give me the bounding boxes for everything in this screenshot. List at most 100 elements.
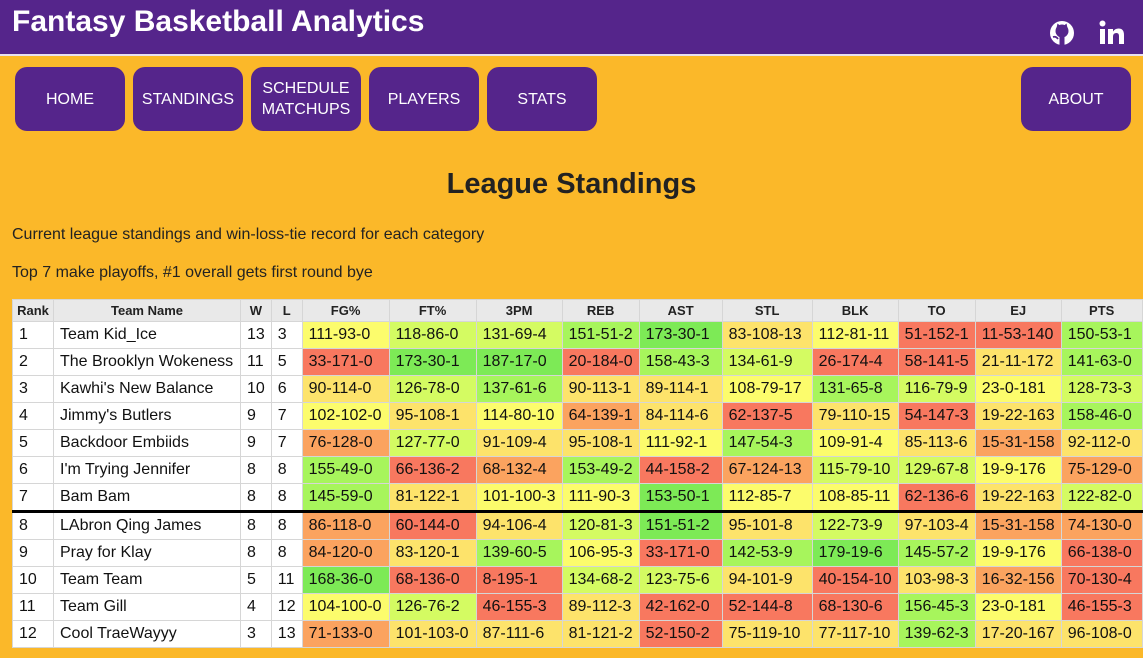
category-record-cell: 23-0-181	[974, 593, 1062, 621]
category-record-cell: 68-136-0	[388, 566, 477, 594]
category-record-cell: 187-17-0	[475, 348, 563, 376]
table-row: 2 The Brooklyn Wokeness 11 5 33-171-0 173-30-…	[12, 348, 1143, 376]
category-record-cell: 40-154-10	[811, 566, 899, 594]
category-record-cell: 111-92-1	[638, 429, 723, 457]
wins-cell: 9	[240, 402, 272, 430]
nav-home-button[interactable]: HOME	[15, 67, 125, 131]
nav-players-button[interactable]: PLAYERS	[369, 67, 479, 131]
nav-standings-label: STANDINGS	[141, 90, 235, 108]
column-header[interactable]: STL	[721, 299, 813, 322]
column-header[interactable]: TO	[897, 299, 976, 322]
category-record-cell: 54-147-3	[897, 402, 976, 430]
category-record-cell: 17-20-167	[974, 620, 1062, 648]
column-header[interactable]: BLK	[811, 299, 899, 322]
nav-players-label: PLAYERS	[387, 90, 461, 108]
category-record-cell: 97-103-4	[897, 511, 976, 540]
nav-about-button[interactable]: ABOUT	[1021, 67, 1131, 131]
category-record-cell: 90-113-1	[561, 375, 640, 403]
nav-standings-button[interactable]: STANDINGS	[133, 67, 243, 131]
rank-cell: 4	[12, 402, 54, 430]
rank-cell: 5	[12, 429, 54, 457]
category-record-cell: 134-68-2	[561, 566, 640, 594]
category-record-cell: 101-103-0	[388, 620, 477, 648]
column-header[interactable]: FG%	[301, 299, 390, 322]
header-row: Rank Team Name W L FG% FT% 3PM REB AST STL BLK TO EJ…	[12, 299, 1143, 322]
category-record-cell: 89-114-1	[638, 375, 723, 403]
category-record-cell: 77-117-10	[811, 620, 899, 648]
team-name-cell: Pray for Klay	[53, 539, 241, 567]
rank-cell: 7	[12, 483, 54, 513]
category-record-cell: 145-57-2	[897, 539, 976, 567]
wins-cell: 9	[240, 429, 272, 457]
category-record-cell: 101-100-3	[475, 483, 563, 513]
wins-cell: 8	[240, 456, 272, 484]
category-record-cell: 71-133-0	[301, 620, 390, 648]
category-record-cell: 33-171-0	[638, 539, 723, 567]
column-header[interactable]: W	[240, 299, 272, 322]
category-record-cell: 85-113-6	[897, 429, 976, 457]
category-record-cell: 168-36-0	[301, 566, 390, 594]
github-icon[interactable]	[1047, 18, 1077, 48]
table-row: 1 Team Kid_Ice 13 3 111-93-0 118-86-0 131-69-4…	[12, 321, 1143, 349]
table-row: 12 Cool TraeWayyy 3 13 71-133-0 101-103-0 87-1…	[12, 620, 1143, 648]
category-record-cell: 142-53-9	[721, 539, 813, 567]
category-record-cell: 79-110-15	[811, 402, 899, 430]
losses-cell: 6	[270, 375, 303, 403]
column-header[interactable]: AST	[638, 299, 723, 322]
category-record-cell: 137-61-6	[475, 375, 563, 403]
category-record-cell: 150-53-1	[1060, 321, 1143, 349]
category-record-cell: 26-174-4	[811, 348, 899, 376]
category-record-cell: 131-69-4	[475, 321, 563, 349]
category-record-cell: 21-11-172	[974, 348, 1062, 376]
column-header[interactable]: EJ	[974, 299, 1062, 322]
category-record-cell: 66-138-0	[1060, 539, 1143, 567]
category-record-cell: 44-158-2	[638, 456, 723, 484]
category-record-cell: 90-114-0	[301, 375, 390, 403]
nav-schedule-button[interactable]: SCHEDULE MATCHUPS	[251, 67, 361, 131]
table-row: 11 Team Gill 4 12 104-100-0 126-76-2 46-155-3 8…	[12, 593, 1143, 621]
category-record-cell: 173-30-1	[388, 348, 477, 376]
column-header[interactable]: L	[270, 299, 303, 322]
category-record-cell: 126-78-0	[388, 375, 477, 403]
nav-stats-button[interactable]: STATS	[487, 67, 597, 131]
category-record-cell: 111-93-0	[301, 321, 390, 349]
column-header[interactable]: Rank	[12, 299, 54, 322]
category-record-cell: 158-43-3	[638, 348, 723, 376]
category-record-cell: 46-155-3	[1060, 593, 1143, 621]
page-title: League Standings	[446, 168, 697, 200]
losses-cell: 3	[270, 321, 303, 349]
category-record-cell: 116-79-9	[897, 375, 976, 403]
team-name-cell: LAbron Qing James	[53, 511, 241, 540]
category-record-cell: 103-98-3	[897, 566, 976, 594]
category-record-cell: 16-32-156	[974, 566, 1062, 594]
category-record-cell: 68-130-6	[811, 593, 899, 621]
losses-cell: 11	[270, 566, 303, 594]
category-record-cell: 84-114-6	[638, 402, 723, 430]
column-header[interactable]: Team Name	[53, 299, 241, 322]
category-record-cell: 139-60-5	[475, 539, 563, 567]
losses-cell: 13	[270, 620, 303, 648]
linkedin-icon[interactable]	[1097, 18, 1127, 48]
wins-cell: 13	[240, 321, 272, 349]
category-record-cell: 128-73-3	[1060, 375, 1143, 403]
category-record-cell: 74-130-0	[1060, 511, 1143, 540]
category-record-cell: 108-85-11	[811, 483, 899, 513]
category-record-cell: 51-152-1	[897, 321, 976, 349]
table-row: 4 Jimmy's Butlers 9 7 102-102-0 95-108-1 114-8…	[12, 402, 1143, 430]
category-record-cell: 67-124-13	[721, 456, 813, 484]
category-record-cell: 158-46-0	[1060, 402, 1143, 430]
wins-cell: 11	[240, 348, 272, 376]
category-record-cell: 46-155-3	[475, 593, 563, 621]
table-row: 10 Team Team 5 11 168-36-0 68-136-0 8-195-1 134…	[12, 566, 1143, 594]
category-record-cell: 8-195-1	[475, 566, 563, 594]
column-header[interactable]: PTS	[1060, 299, 1143, 322]
wins-cell: 3	[240, 620, 272, 648]
team-name-cell: Team Kid_Ice	[53, 321, 241, 349]
column-header[interactable]: FT%	[388, 299, 477, 322]
category-record-cell: 84-120-0	[301, 539, 390, 567]
category-record-cell: 42-162-0	[638, 593, 723, 621]
category-record-cell: 141-63-0	[1060, 348, 1143, 376]
category-record-cell: 70-130-4	[1060, 566, 1143, 594]
column-header[interactable]: REB	[561, 299, 640, 322]
column-header[interactable]: 3PM	[475, 299, 563, 322]
